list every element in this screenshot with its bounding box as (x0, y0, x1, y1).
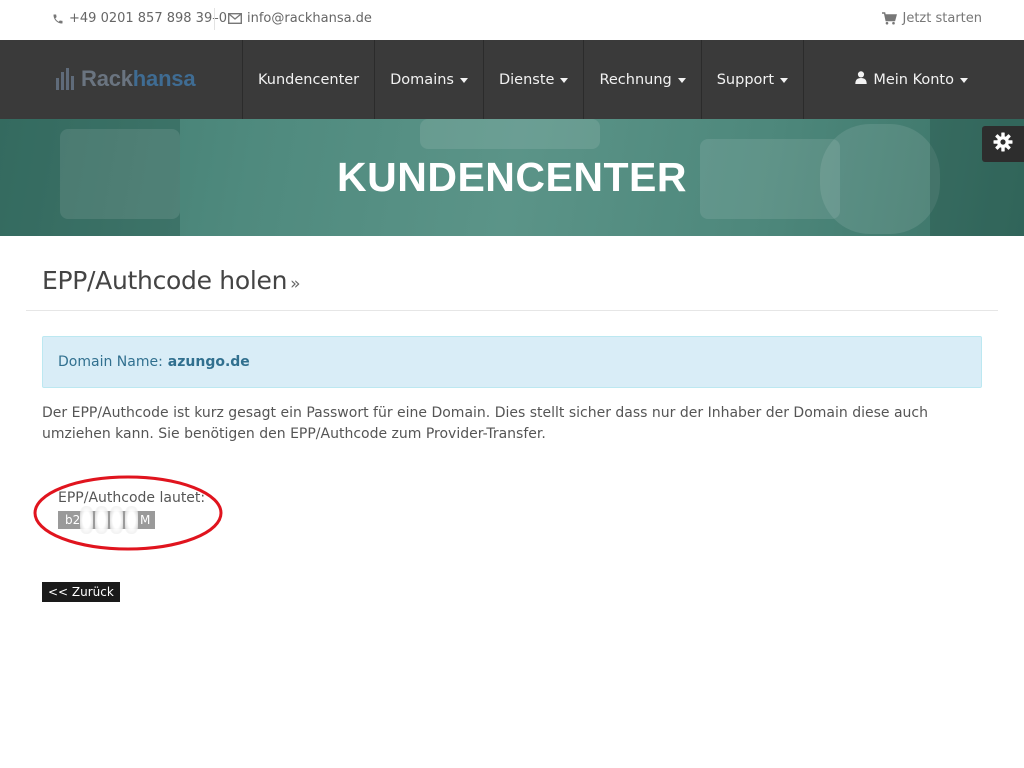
phone-icon (52, 13, 64, 25)
nav-menu: Kundencenter Domains Dienste Rechnung Su… (242, 40, 805, 119)
nav-item-dienste[interactable]: Dienste (482, 40, 583, 119)
nav-item-kundencenter[interactable]: Kundencenter (242, 40, 374, 119)
email-contact[interactable]: info@rackhansa.de (228, 11, 372, 26)
hero-title: KUNDENCENTER (337, 154, 687, 200)
domain-name-value: azungo.de (167, 354, 250, 370)
page-title-text: EPP/Authcode holen (42, 266, 288, 295)
start-now-link[interactable]: Jetzt starten (881, 11, 983, 26)
annotation-circle (33, 475, 223, 551)
nav-item-label: Domains (390, 71, 454, 88)
back-button[interactable]: << Zurück (42, 582, 120, 602)
hero-banner: KUNDENCENTER (0, 119, 1024, 236)
page-title: EPP/Authcode holen» (42, 266, 301, 295)
nav-item-label: Kundencenter (258, 71, 360, 88)
phone-contact[interactable]: +49 0201 857 898 39–0 (52, 11, 227, 26)
start-now-label: Jetzt starten (902, 11, 983, 26)
cart-icon (881, 12, 897, 25)
domain-name-label: Domain Name: (58, 354, 163, 370)
caret-down-icon (560, 78, 569, 83)
caret-down-icon (780, 78, 789, 83)
page-title-suffix: » (290, 274, 301, 294)
nav-item-label: Rechnung (599, 71, 672, 88)
user-icon (855, 71, 868, 88)
nav-item-support[interactable]: Support (700, 40, 805, 119)
nav-item-rechnung[interactable]: Rechnung (583, 40, 700, 119)
main-navigation: Rackhansa Kundencenter Domains Dienste R… (0, 40, 1024, 119)
envelope-icon (228, 13, 242, 24)
nav-item-domains[interactable]: Domains (374, 40, 483, 119)
logo-bars-icon (56, 68, 74, 90)
rackhansa-logo[interactable]: Rackhansa (56, 64, 196, 94)
caret-down-icon (459, 78, 468, 83)
nav-item-label: Support (716, 71, 775, 88)
my-account-label: Mein Konto (873, 71, 954, 88)
logo-wordmark: Rackhansa (81, 66, 196, 91)
topbar-divider (214, 8, 215, 30)
caret-down-icon (960, 78, 968, 83)
top-bar: +49 0201 857 898 39–0 info@rackhansa.de … (0, 0, 1024, 40)
settings-toggle-button[interactable] (982, 126, 1024, 162)
title-divider (26, 310, 998, 311)
nav-item-label: Dienste (498, 71, 555, 88)
my-account-menu[interactable]: Mein Konto (855, 40, 968, 119)
gear-icon (993, 132, 1013, 156)
email-address: info@rackhansa.de (247, 11, 372, 26)
phone-number: +49 0201 857 898 39–0 (69, 11, 227, 26)
caret-down-icon (677, 78, 686, 83)
domain-info-alert: Domain Name: azungo.de (42, 336, 982, 388)
epp-description: Der EPP/Authcode ist kurz gesagt ein Pas… (42, 405, 928, 442)
